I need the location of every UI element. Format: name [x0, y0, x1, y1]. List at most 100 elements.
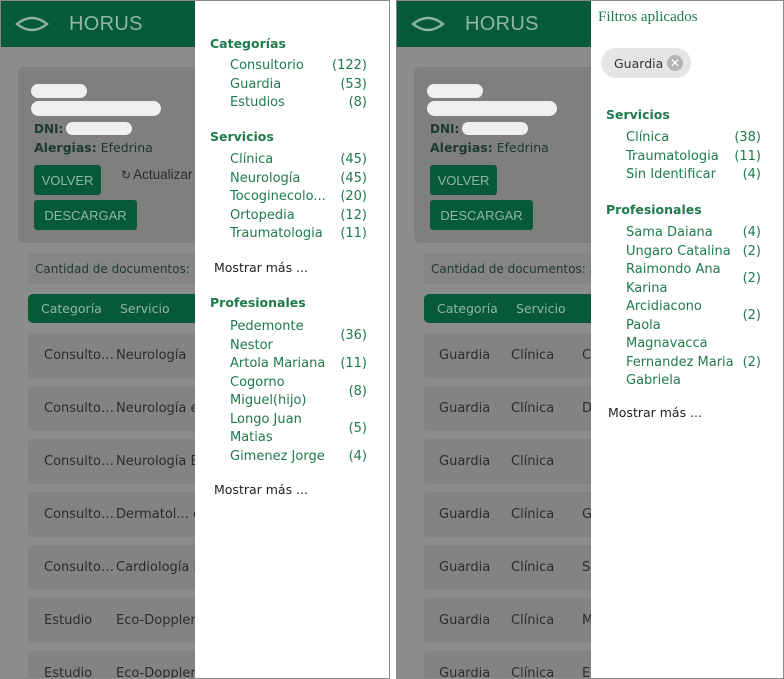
filter-name: Sama Daiana	[626, 225, 713, 240]
filter-item-professional[interactable]: Raimondo Ana Karina (2)	[626, 261, 761, 298]
allergy-info: Alergias: Efedrina	[430, 140, 549, 155]
filter-item-professional[interactable]: Longo Juan Matias (5)	[230, 411, 367, 448]
filter-item-consultorio[interactable]: Consultorio (122)	[230, 57, 367, 76]
cell-categoria: Consultorio	[44, 454, 116, 469]
filter-name: Magnavacca Fernandez Maria Gabriela	[626, 336, 734, 388]
patient-card: DNI: Alergias: Efedrina VOLVER ↻ Actualiz…	[18, 67, 218, 243]
cell-servicio: Clínica	[511, 454, 555, 469]
filter-count: (2)	[742, 271, 761, 287]
column-categoria[interactable]: Categoría	[437, 301, 498, 316]
filter-count: (12)	[340, 207, 367, 223]
filter-name: Cogorno Miguel(hijo)	[230, 374, 307, 409]
filter-item-estudios[interactable]: Estudios (8)	[230, 94, 367, 113]
filter-item-clinica[interactable]: Clínica (45)	[230, 151, 367, 170]
cell-servicio: Clínica	[511, 666, 555, 679]
filter-name: Longo Juan Matias	[230, 411, 302, 446]
filter-drawer: Filtros aplicados Guardia ✕ Servicios Cl…	[591, 1, 783, 678]
filter-item-neurologia[interactable]: Neurología (45)	[230, 170, 367, 189]
redacted-surname	[31, 101, 161, 116]
filter-item-professional[interactable]: Gimenez Jorge (4)	[230, 448, 367, 467]
column-categoria[interactable]: Categoría	[41, 301, 102, 316]
refresh-button[interactable]: ↻ Actualizar	[121, 167, 192, 182]
filter-name: Traumatologia	[626, 148, 719, 164]
app-title: HORUS	[69, 12, 143, 35]
filter-count: (2)	[742, 243, 761, 259]
cell-categoria: Consultorio	[44, 560, 116, 575]
filter-item-professional[interactable]: Magnavacca Fernandez Maria Gabriela (2)	[626, 335, 761, 391]
cell-categoria: Consultorio	[44, 401, 116, 416]
table-row[interactable]: Guardia Clínica	[424, 439, 599, 484]
cell-servicio: Clínica	[511, 401, 555, 416]
dni-label: DNI:	[430, 122, 460, 136]
filter-item-ortopedia[interactable]: Ortopedia (12)	[230, 207, 367, 226]
redacted-surname	[427, 101, 557, 116]
filter-item-professional[interactable]: Ungaro Catalina (2)	[626, 243, 761, 262]
filter-count: (4)	[742, 167, 761, 182]
filter-count: (20)	[340, 189, 367, 204]
filter-name: Sin Identificar	[626, 167, 716, 182]
filter-item-guardia[interactable]: Guardia (53)	[230, 76, 367, 95]
allergy-label: Alergias:	[430, 140, 493, 155]
table-row[interactable]: Guardia Clínica M	[424, 598, 599, 643]
filter-name: Gimenez Jorge	[230, 448, 325, 464]
filter-name: Consultorio	[230, 58, 304, 73]
filter-count: (2)	[742, 354, 761, 370]
back-button[interactable]: VOLVER	[430, 165, 497, 195]
document-list: Guardia Clínica C Guardia Clínica D Guar…	[424, 333, 599, 679]
back-button[interactable]: VOLVER	[34, 165, 101, 195]
allergy-value: Efedrina	[496, 140, 549, 155]
filter-item-professional[interactable]: Arcidiacono Paola (2)	[626, 298, 761, 335]
filter-item-professional[interactable]: Sama Daiana (4)	[626, 224, 761, 243]
filter-count: (11)	[340, 226, 367, 241]
section-profesionales-title: Profesionales	[606, 202, 702, 217]
cell-categoria: Consultorio	[44, 507, 116, 522]
filter-count: (45)	[340, 170, 367, 186]
screen-left: HORUS DNI: Alergias: Efedrina VOLVER ↻ Ac…	[0, 0, 390, 679]
filter-count: (122)	[332, 58, 367, 73]
screen-right: HORUS DNI: Alergias: Efedrina VOLVER DES…	[396, 0, 784, 679]
table-row[interactable]: Guardia Clínica D	[424, 386, 599, 431]
cell-categoria: Guardia	[439, 560, 491, 575]
refresh-icon: ↻	[121, 168, 132, 182]
download-button[interactable]: DESCARGAR	[34, 200, 137, 230]
cell-categoria: Consultorio	[44, 348, 116, 363]
filter-item-sin-identificar[interactable]: Sin Identificar (4)	[626, 166, 761, 185]
filter-name: Tocoginecolo...	[230, 189, 326, 204]
dni-label: DNI:	[34, 122, 64, 136]
filter-item-professional[interactable]: Pedemonte Nestor (36)	[230, 318, 367, 355]
profesionales-show-more[interactable]: Mostrar más ...	[214, 482, 308, 497]
table-row[interactable]: Guardia Clínica C	[424, 333, 599, 378]
filter-item-professional[interactable]: Artola Mariana (11)	[230, 355, 367, 374]
eye-logo-icon	[15, 16, 49, 32]
section-profesionales-title: Profesionales	[210, 295, 306, 310]
filter-count: (4)	[348, 448, 367, 464]
filter-name: Neurología	[230, 170, 301, 186]
filter-item-tocoginecologia[interactable]: Tocoginecolo... (20)	[230, 188, 367, 207]
close-circle-icon[interactable]: ✕	[667, 55, 683, 71]
cell-categoria: Guardia	[439, 507, 491, 522]
table-row[interactable]: Guardia Clínica G	[424, 492, 599, 537]
cell-categoria: Guardia	[439, 454, 491, 469]
cell-extra: C	[582, 348, 592, 363]
filter-item-traumatologia[interactable]: Traumatologia (11)	[626, 148, 761, 167]
categorias-list: Consultorio (122) Guardia (53) Estudios (8)	[230, 57, 367, 113]
patient-card: DNI: Alergias: Efedrina VOLVER DESCARGAR	[414, 67, 614, 243]
filter-count: (11)	[340, 356, 367, 371]
column-servicio[interactable]: Servicio	[120, 301, 170, 316]
filter-item-clinica[interactable]: Clínica (38)	[626, 129, 761, 148]
table-row[interactable]: Guardia Clínica E	[424, 651, 599, 679]
refresh-label: Actualizar	[133, 167, 193, 182]
download-button[interactable]: DESCARGAR	[430, 200, 533, 230]
filter-name: Raimondo Ana Karina	[626, 262, 721, 296]
filter-item-professional[interactable]: Cogorno Miguel(hijo) (8)	[230, 374, 367, 411]
applied-filter-chip[interactable]: Guardia ✕	[601, 48, 691, 78]
filter-name: Ortopedia	[230, 207, 295, 223]
servicios-show-more[interactable]: Mostrar más ...	[214, 260, 308, 275]
cell-servicio: Clínica	[511, 348, 555, 363]
filter-count: (8)	[348, 383, 367, 399]
table-row[interactable]: Guardia Clínica S	[424, 545, 599, 590]
profesionales-show-more[interactable]: Mostrar más ...	[608, 405, 702, 420]
cell-categoria: Guardia	[439, 401, 491, 416]
filter-item-traumatologia[interactable]: Traumatologia (11)	[230, 225, 367, 244]
column-servicio[interactable]: Servicio	[516, 301, 566, 316]
